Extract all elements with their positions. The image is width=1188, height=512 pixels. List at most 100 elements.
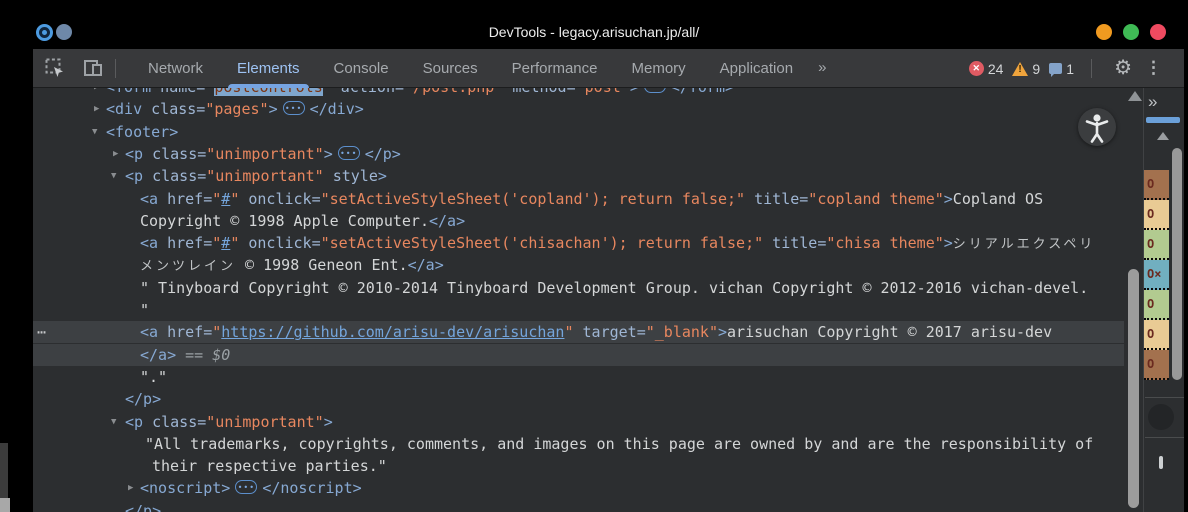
code-token: arisuchan Copyright © 2017 arisu-dev bbox=[727, 323, 1052, 341]
devtools-toolbar: Network Elements Console Sources Perform… bbox=[33, 49, 1184, 88]
code-token: </form> bbox=[671, 88, 734, 96]
code-token: <p bbox=[125, 413, 143, 431]
tab-elements[interactable]: Elements bbox=[220, 49, 317, 88]
code-line[interactable]: "." bbox=[33, 366, 1124, 388]
elements-scrollbar-thumb[interactable] bbox=[1128, 269, 1139, 508]
background-window-sliver bbox=[0, 443, 8, 498]
code-token: </p> bbox=[365, 145, 401, 163]
code-token: postcontrols bbox=[214, 88, 322, 96]
code-token: style bbox=[324, 167, 378, 185]
message-badge[interactable]: 1 bbox=[1049, 61, 1074, 77]
code-line[interactable]: their respective parties." bbox=[33, 455, 1124, 477]
disclosure-triangle-icon[interactable]: ▶ bbox=[128, 477, 133, 499]
code-line[interactable]: ▶<p class="unimportant"></p> bbox=[33, 143, 1124, 165]
code-token: <a bbox=[140, 234, 158, 252]
code-token: " bbox=[323, 88, 332, 96]
code-line[interactable]: </p> bbox=[33, 388, 1124, 410]
expand-ellipsis-button[interactable] bbox=[235, 480, 257, 494]
code-line[interactable]: "All trademarks, copyrights, comments, a… bbox=[33, 433, 1124, 455]
disclosure-triangle-icon[interactable]: ▼ bbox=[92, 121, 97, 143]
code-text: <a href="https://github.com/arisu-dev/ar… bbox=[140, 321, 1052, 343]
sidebar-color-swatch: O× bbox=[1144, 260, 1169, 290]
code-token: target= bbox=[573, 323, 645, 341]
window-maximize-button[interactable] bbox=[1123, 24, 1139, 40]
code-token: シリアルエクスペリ bbox=[953, 237, 1096, 252]
code-line[interactable]: ▶<noscript></noscript> bbox=[33, 477, 1124, 499]
more-tabs-chevron-icon[interactable]: » bbox=[810, 49, 832, 88]
sidebar-more-tabs-chevron-icon[interactable]: » bbox=[1148, 92, 1155, 112]
code-line[interactable]: <a href="#" onclick="setActiveStyleSheet… bbox=[33, 232, 1124, 254]
settings-gear-icon[interactable]: ⚙ bbox=[1114, 56, 1132, 80]
code-token: </a> bbox=[140, 346, 176, 364]
inspect-element-icon[interactable] bbox=[45, 58, 65, 78]
sidebar-scroll-up-arrow-icon[interactable] bbox=[1157, 132, 1169, 140]
code-text: " Tinyboard Copyright © 2010-2014 Tinybo… bbox=[140, 277, 1088, 299]
kebab-menu-icon[interactable]: ⋮ bbox=[1145, 57, 1162, 79]
code-line[interactable]: ▼<p class="unimportant" style> bbox=[33, 165, 1124, 187]
sidebar-scrollbar-thumb[interactable] bbox=[1172, 148, 1182, 380]
code-token: <footer> bbox=[106, 123, 178, 141]
expand-ellipsis-button[interactable] bbox=[644, 88, 666, 93]
window-title: DevTools - legacy.arisuchan.jp/all/ bbox=[0, 24, 1188, 40]
code-line[interactable]: Copyright © 1998 Apple Computer.</a> bbox=[33, 210, 1124, 232]
issue-badges: ✕ 24 9 1 bbox=[969, 49, 1074, 88]
code-line[interactable]: ▶<form name="postcontrols" action="/post… bbox=[33, 88, 1124, 98]
code-line[interactable]: <a href="#" onclick="setActiveStyleSheet… bbox=[33, 188, 1124, 210]
tab-application[interactable]: Application bbox=[703, 49, 810, 88]
sidebar-swatch-circle bbox=[1148, 404, 1174, 430]
sidebar-color-swatch: O bbox=[1144, 230, 1169, 260]
code-line[interactable]: ▶ <div class="pages"></div> bbox=[33, 98, 1124, 120]
code-token: "." bbox=[140, 368, 167, 386]
tab-performance[interactable]: Performance bbox=[495, 49, 615, 88]
code-token: " bbox=[230, 234, 239, 252]
expand-ellipsis-button[interactable] bbox=[283, 101, 305, 115]
sidebar-color-swatch: O bbox=[1144, 290, 1169, 320]
disclosure-triangle-icon[interactable]: ▼ bbox=[111, 411, 116, 433]
disclosure-triangle-icon[interactable]: ▶ bbox=[113, 143, 118, 165]
code-text: "." bbox=[140, 366, 167, 388]
code-token: "chisa theme" bbox=[826, 234, 943, 252]
disclosure-triangle-icon[interactable]: ▼ bbox=[111, 165, 116, 187]
sidebar-tick-mark bbox=[1159, 456, 1163, 469]
code-token: " bbox=[212, 190, 221, 208]
code-text: <form name="postcontrols" action="/post.… bbox=[106, 88, 734, 98]
warning-count: 9 bbox=[1032, 61, 1040, 77]
code-line[interactable]: ⋯ <a href="https://github.com/arisu-dev/a… bbox=[33, 321, 1124, 343]
code-token: Copland OS bbox=[953, 190, 1043, 208]
code-token: </p> bbox=[125, 502, 161, 512]
code-line[interactable]: </a> == $0 bbox=[33, 344, 1124, 366]
code-text: </a> == $0 bbox=[140, 344, 230, 366]
code-token: title= bbox=[745, 190, 808, 208]
code-token: > bbox=[944, 234, 953, 252]
code-panel[interactable]: ▶<form name="postcontrols" action="/post… bbox=[33, 88, 1124, 512]
code-token: name= bbox=[151, 88, 205, 96]
code-text: <div class="pages"></div> bbox=[106, 98, 364, 120]
code-text: <a href="#" onclick="setActiveStyleSheet… bbox=[140, 188, 1043, 210]
code-token: " Tinyboard Copyright © 2010-2014 Tinybo… bbox=[140, 279, 1088, 297]
background-window-sliver bbox=[0, 498, 10, 512]
code-line[interactable]: " Tinyboard Copyright © 2010-2014 Tinybo… bbox=[33, 277, 1124, 299]
expand-ellipsis-button[interactable] bbox=[338, 146, 360, 160]
code-line[interactable]: " bbox=[33, 299, 1124, 321]
tab-memory[interactable]: Memory bbox=[615, 49, 703, 88]
window-close-button[interactable] bbox=[1150, 24, 1166, 40]
tab-sources[interactable]: Sources bbox=[406, 49, 495, 88]
error-badge[interactable]: ✕ 24 bbox=[969, 61, 1004, 77]
accessibility-person-icon[interactable] bbox=[1078, 108, 1116, 146]
warning-badge[interactable]: 9 bbox=[1012, 61, 1040, 77]
disclosure-triangle-icon[interactable]: ▶ bbox=[94, 88, 99, 98]
code-line[interactable]: </p> bbox=[33, 500, 1124, 512]
device-toolbar-icon[interactable] bbox=[83, 58, 103, 78]
code-line[interactable]: ▼ <footer> bbox=[33, 121, 1124, 143]
sidebar-color-swatch: O bbox=[1144, 170, 1169, 200]
code-line[interactable]: ▼<p class="unimportant"> bbox=[33, 411, 1124, 433]
window-minimize-button[interactable] bbox=[1096, 24, 1112, 40]
code-line[interactable]: メンツレイン © 1998 Geneon Ent.</a> bbox=[33, 254, 1124, 276]
line-gutter-dots-icon[interactable]: ⋯ bbox=[37, 321, 47, 343]
tab-console[interactable]: Console bbox=[317, 49, 406, 88]
code-token: onclick= bbox=[239, 190, 320, 208]
disclosure-triangle-icon[interactable]: ▶ bbox=[94, 98, 99, 120]
scrollbar-up-arrow-icon[interactable] bbox=[1128, 91, 1142, 101]
code-token: onclick= bbox=[239, 234, 320, 252]
tab-network[interactable]: Network bbox=[131, 49, 220, 88]
